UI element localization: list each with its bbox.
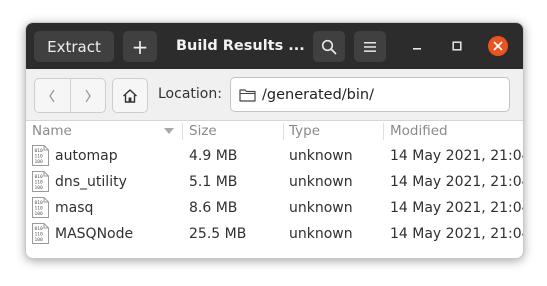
file-type: unknown	[289, 226, 353, 242]
file-name: MASQNode	[55, 226, 134, 242]
file-modified: 14 May 2021, 21:04	[390, 226, 524, 242]
file-size: 25.5 MB	[189, 226, 247, 242]
column-header-type[interactable]: Type	[289, 121, 320, 141]
file-row[interactable]: 010 110 100 automap 4.9 MB unknown 14 May 2021…	[26, 143, 523, 169]
add-files-button[interactable]: +	[123, 31, 157, 62]
column-divider	[182, 123, 183, 140]
svg-text:010: 010	[35, 226, 44, 232]
location-field[interactable]: /generated/bin/	[230, 77, 510, 112]
home-icon	[123, 88, 137, 103]
location-label: Location:	[158, 86, 222, 102]
svg-text:010: 010	[35, 148, 44, 154]
file-type: unknown	[289, 148, 353, 164]
file-row[interactable]: 010 110 100 MASQNode 25.5 MB unknown 14 May 20…	[26, 221, 523, 247]
location-path: /generated/bin/	[262, 86, 374, 103]
binary-file-icon: 010 110 100	[32, 171, 49, 192]
chevron-right-icon	[85, 89, 91, 102]
file-name: masq	[55, 200, 94, 216]
svg-text:110: 110	[35, 232, 44, 238]
search-button[interactable]	[313, 31, 345, 62]
home-button[interactable]	[112, 78, 148, 113]
maximize-icon	[452, 41, 462, 51]
plus-icon: +	[131, 34, 149, 59]
chevron-left-icon	[49, 89, 55, 102]
column-divider	[383, 123, 384, 140]
close-button[interactable]	[488, 36, 508, 56]
svg-text:110: 110	[35, 206, 44, 212]
search-icon	[321, 39, 337, 54]
svg-text:010: 010	[35, 200, 44, 206]
main-menu-button[interactable]	[354, 31, 386, 62]
forward-button[interactable]	[69, 79, 106, 112]
binary-file-icon: 010 110 100	[32, 145, 49, 166]
binary-file-icon: 010 110 100	[32, 197, 49, 218]
minimize-icon	[413, 48, 421, 50]
navigation-buttons	[34, 78, 106, 113]
svg-text:100: 100	[35, 237, 44, 243]
sort-descending-icon[interactable]	[164, 128, 174, 135]
file-type: unknown	[289, 200, 353, 216]
folder-icon	[239, 88, 256, 102]
file-modified: 14 May 2021, 21:04	[390, 200, 524, 216]
headerbar: Extract + Build Results ...	[26, 23, 523, 69]
extract-button[interactable]: Extract	[34, 31, 114, 62]
svg-text:100: 100	[35, 211, 44, 217]
svg-text:110: 110	[35, 154, 44, 160]
maximize-button[interactable]	[447, 36, 467, 56]
file-name: automap	[55, 148, 118, 164]
binary-file-icon: 010 110 100	[32, 223, 49, 244]
file-name: dns_utility	[55, 174, 127, 190]
archive-manager-window: Extract + Build Results ... Location: /g…	[25, 22, 524, 259]
minimize-button[interactable]	[407, 36, 427, 56]
location-toolbar: Location: /generated/bin/	[26, 69, 523, 121]
svg-text:010: 010	[35, 174, 44, 180]
file-size: 8.6 MB	[189, 200, 238, 216]
close-icon	[493, 41, 503, 51]
svg-text:100: 100	[35, 159, 44, 165]
file-row[interactable]: 010 110 100 masq 8.6 MB unknown 14 May 2021, 2…	[26, 195, 523, 221]
column-divider	[283, 123, 284, 140]
file-modified: 14 May 2021, 21:04	[390, 174, 524, 190]
file-size: 4.9 MB	[189, 148, 238, 164]
file-list: Name Size Type Modified 010 110 100 automap…	[26, 121, 523, 258]
file-modified: 14 May 2021, 21:04	[390, 148, 524, 164]
back-button[interactable]	[35, 79, 70, 112]
file-size: 5.1 MB	[189, 174, 238, 190]
hamburger-menu-icon	[364, 41, 376, 52]
column-header-name[interactable]: Name	[32, 121, 72, 141]
column-header-size[interactable]: Size	[189, 121, 217, 141]
svg-text:110: 110	[35, 180, 44, 186]
svg-text:100: 100	[35, 185, 44, 191]
file-row[interactable]: 010 110 100 dns_utility 5.1 MB unknown 14 May …	[26, 169, 523, 195]
extract-label: Extract	[47, 37, 101, 56]
window-title: Build Results ...	[176, 38, 305, 54]
column-header-modified[interactable]: Modified	[390, 121, 448, 141]
file-type: unknown	[289, 174, 353, 190]
